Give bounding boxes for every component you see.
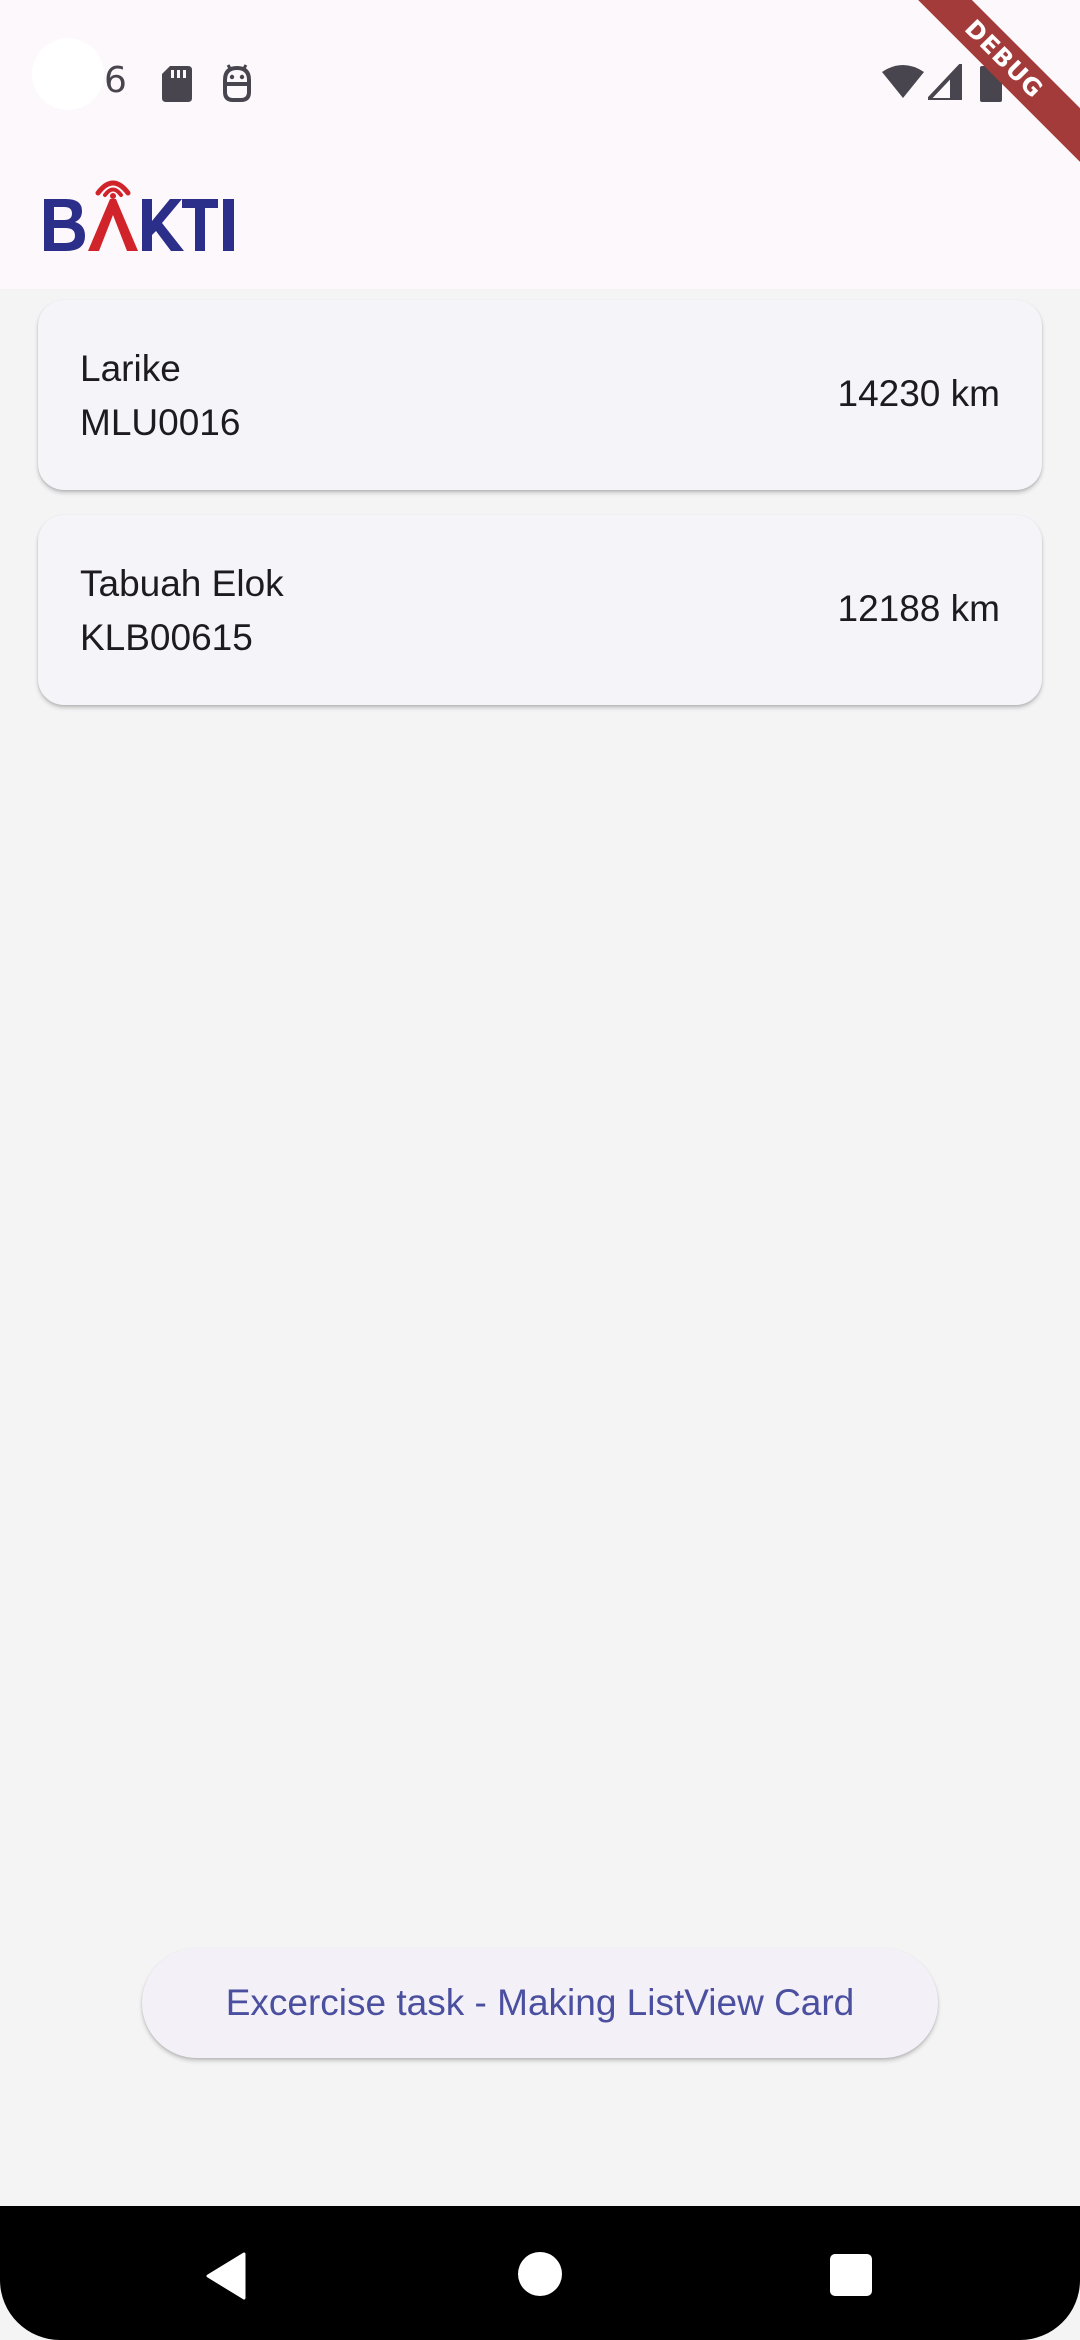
card-name: Tabuah Elok xyxy=(80,563,284,604)
status-avatar-circle xyxy=(32,38,104,110)
task-button[interactable]: Excercise task - Making ListView Card xyxy=(142,1948,938,2058)
recents-icon[interactable] xyxy=(830,2254,872,2296)
bakti-logo xyxy=(44,180,234,251)
list-card[interactable]: Larike MLU0016 14230 km xyxy=(38,300,1042,490)
card-distance: 12188 km xyxy=(837,588,1001,629)
card-distance: 14230 km xyxy=(837,373,1001,414)
screen: 6 DEBUG Larike MLU0016 14230 km Tabuah E… xyxy=(0,0,1080,2340)
navigation-bar xyxy=(0,2206,1080,2340)
card-code: MLU0016 xyxy=(80,402,241,443)
card-name: Larike xyxy=(80,348,181,389)
list-view[interactable]: Larike MLU0016 14230 km Tabuah Elok KLB0… xyxy=(38,300,1042,730)
wifi-icon xyxy=(882,65,924,98)
home-icon[interactable] xyxy=(518,2252,562,2296)
status-time: 6 xyxy=(104,60,127,101)
android-debug-icon xyxy=(223,64,251,102)
cell-signal-icon xyxy=(928,64,962,100)
status-bar: 6 xyxy=(0,0,1080,165)
sd-card-icon xyxy=(162,66,192,102)
app-bar xyxy=(0,165,1080,289)
list-card[interactable]: Tabuah Elok KLB00615 12188 km xyxy=(38,515,1042,705)
back-icon[interactable] xyxy=(204,2252,246,2300)
card-code: KLB00615 xyxy=(80,617,253,658)
